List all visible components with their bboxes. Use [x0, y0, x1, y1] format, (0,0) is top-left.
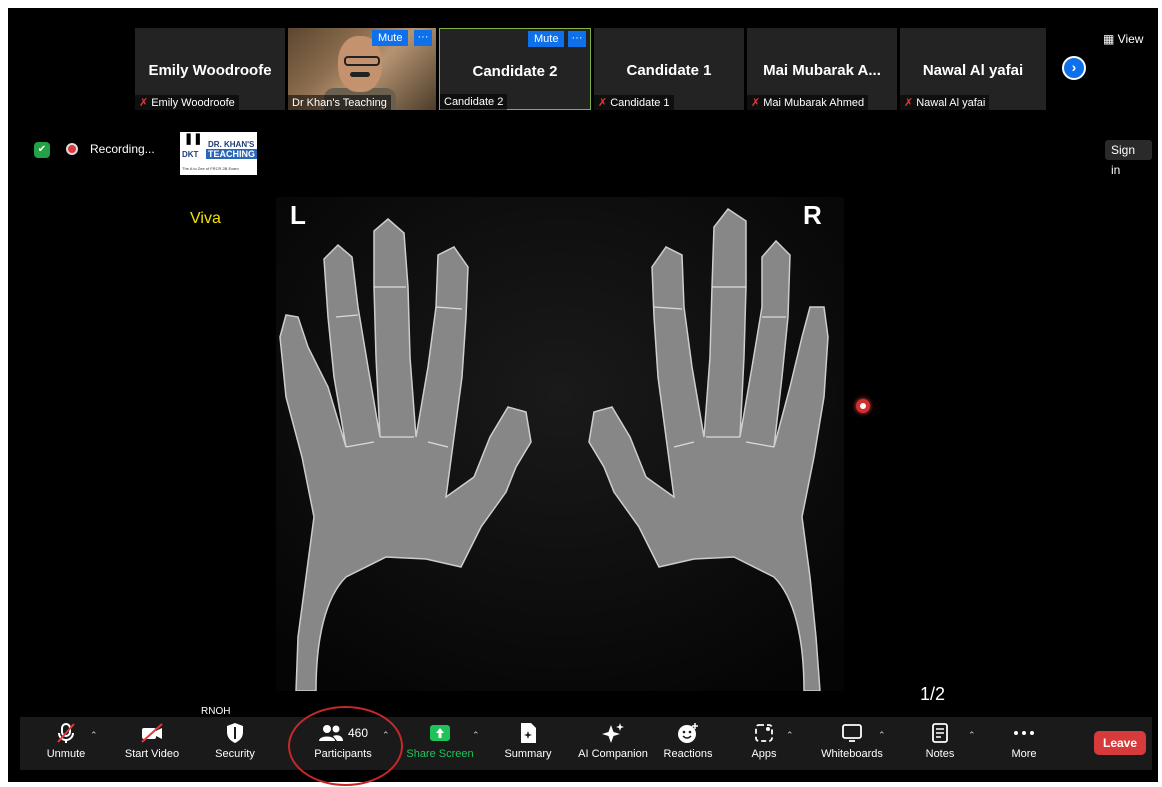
shield-icon	[195, 720, 275, 746]
leave-button[interactable]: Leave	[1094, 731, 1146, 755]
left-side-marker: L	[290, 200, 306, 230]
participant-strip: Emily Woodroofe ✗ Emily Woodroofe Mute ··…	[20, 28, 1152, 132]
meeting-toolbar: Unmute ⌃ Start Video Security 460 Partic…	[20, 717, 1152, 770]
participant-label: ✗ Emily Woodroofe	[135, 95, 239, 111]
dkt-teaching-logo: ❚❚ DR. KHAN'S DKT TEACHING The A to Zee …	[180, 132, 257, 175]
participant-tile-video[interactable]: Mute ··· Dr Khan's Teaching	[288, 28, 436, 110]
participant-name: Mai Mubarak A...	[763, 62, 881, 79]
zoom-meeting-window: Emily Woodroofe ✗ Emily Woodroofe Mute ··…	[20, 20, 1152, 770]
ai-companion-button[interactable]: AI Companion	[568, 720, 658, 760]
participant-label: ✗ Nawal Al yafai	[900, 95, 990, 111]
slide-caption: RNOH	[201, 706, 231, 717]
next-page-arrow-icon[interactable]: ›	[1062, 56, 1086, 80]
notes-options-caret-icon[interactable]: ⌃	[968, 730, 976, 741]
pause-recording-icon: ❚❚	[184, 133, 203, 145]
security-button[interactable]: Security	[195, 720, 275, 760]
participant-label: Dr Khan's Teaching	[288, 95, 391, 110]
annotation-circle	[288, 706, 403, 786]
participant-name: Candidate 1	[626, 62, 712, 79]
participant-tile[interactable]: Candidate 1 ✗ Candidate 1	[594, 28, 744, 111]
mute-button[interactable]: Mute	[528, 31, 565, 47]
mic-muted-icon: ✗	[139, 97, 149, 109]
video-off-icon	[112, 720, 192, 746]
encryption-shield-icon[interactable]: ✔	[34, 142, 50, 158]
participant-label: ✗ Candidate 1	[594, 95, 674, 111]
summary-button[interactable]: Summary	[488, 720, 568, 760]
slide-page-number: 1/2	[920, 684, 946, 704]
right-side-marker: R	[803, 200, 822, 230]
apps-options-caret-icon[interactable]: ⌃	[786, 730, 794, 741]
view-button[interactable]: ▦ View	[1103, 32, 1143, 46]
mic-muted-icon: ✗	[598, 97, 608, 109]
participant-tile-active[interactable]: Mute ··· Candidate 2 Candidate 2	[439, 28, 591, 110]
more-options-button[interactable]: ···	[568, 31, 586, 47]
participant-tile[interactable]: Emily Woodroofe ✗ Emily Woodroofe	[135, 28, 285, 111]
hand-xray-image	[276, 197, 844, 692]
laser-pointer	[856, 399, 870, 413]
more-options-button[interactable]: ···	[414, 30, 432, 46]
participant-label: ✗ Mai Mubarak Ahmed	[747, 95, 869, 111]
emoji-icon	[648, 720, 728, 746]
unmute-options-caret-icon[interactable]: ⌃	[90, 730, 98, 741]
sign-in-button[interactable]: Sign in	[1105, 140, 1152, 177]
participant-name: Emily Woodroofe	[148, 62, 272, 79]
sparkle-icon	[568, 720, 658, 746]
mute-button[interactable]: Mute	[372, 30, 409, 46]
participant-label: Candidate 2	[440, 94, 508, 110]
whiteboards-options-caret-icon[interactable]: ⌃	[878, 730, 886, 741]
slide-title: Viva	[190, 210, 221, 227]
recording-indicator[interactable]: Recording...	[66, 142, 155, 156]
participant-name: Nawal Al yafai	[922, 62, 1024, 79]
share-screen-button[interactable]: Share Screen	[400, 720, 480, 760]
mic-muted-icon: ✗	[751, 97, 761, 109]
reactions-button[interactable]: Reactions	[648, 720, 728, 760]
summary-icon	[488, 720, 568, 746]
share-screen-icon	[400, 720, 480, 746]
share-options-caret-icon[interactable]: ⌃	[472, 730, 480, 741]
participant-tile[interactable]: Mai Mubarak A... ✗ Mai Mubarak Ahmed	[747, 28, 897, 111]
participant-name: Candidate 2	[472, 63, 558, 80]
cloud-recording-icon	[66, 143, 78, 155]
more-button[interactable]: More	[984, 720, 1064, 760]
grid-view-icon: ▦	[1103, 32, 1118, 46]
start-video-button[interactable]: Start Video	[112, 720, 192, 760]
mic-muted-icon: ✗	[904, 97, 914, 109]
participant-tile[interactable]: Nawal Al yafai ✗ Nawal Al yafai	[900, 28, 1046, 111]
xray-drawing	[276, 197, 844, 692]
more-dots-icon	[984, 720, 1064, 746]
